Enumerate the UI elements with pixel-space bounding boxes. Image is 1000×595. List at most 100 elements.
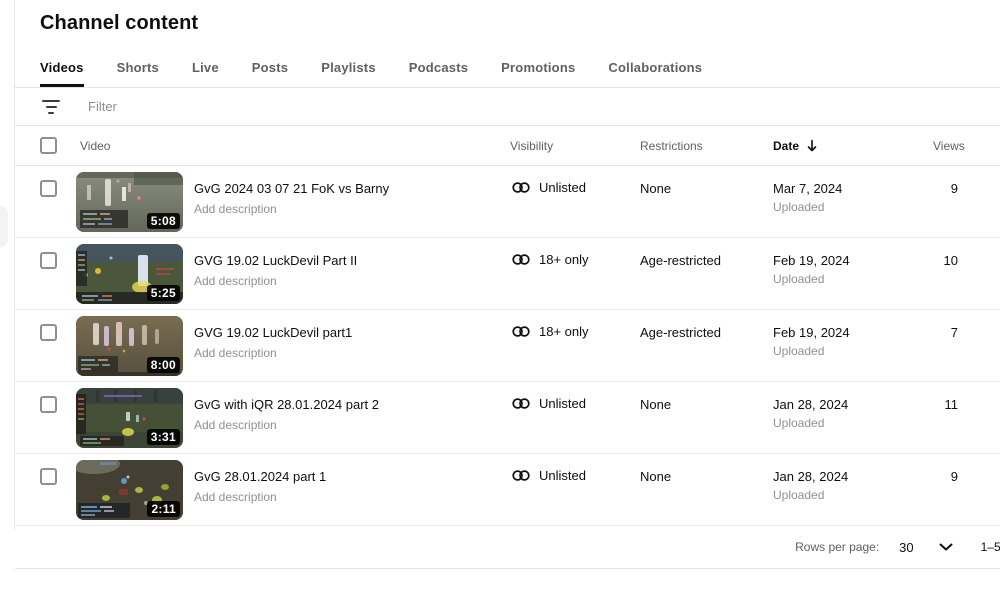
row-checkbox[interactable] bbox=[40, 324, 57, 341]
visibility-cell[interactable]: Unlisted bbox=[510, 166, 640, 195]
restrictions-cell: None bbox=[640, 397, 672, 412]
date-value: Mar 7, 2024 bbox=[773, 181, 843, 196]
date-header-label: Date bbox=[773, 138, 800, 153]
video-thumbnail[interactable]: 3:31 bbox=[76, 388, 183, 448]
views-cell: 7 bbox=[950, 325, 958, 340]
video-meta: GvG 28.01.2024 part 1 Add description bbox=[194, 460, 326, 520]
visibility-value: Unlisted bbox=[539, 396, 586, 411]
duration-badge: 2:11 bbox=[147, 501, 180, 517]
video-title[interactable]: GVG 19.02 LuckDevil part1 bbox=[194, 325, 352, 341]
visibility-cell[interactable]: 18+ only bbox=[510, 238, 640, 267]
row-checkbox-cell bbox=[15, 310, 76, 341]
unlisted-link-icon bbox=[510, 325, 532, 338]
restrictions-cell: None bbox=[640, 181, 672, 196]
video-title[interactable]: GvG with iQR 28.01.2024 part 2 bbox=[194, 397, 379, 413]
add-description-link[interactable]: Add description bbox=[194, 346, 352, 360]
title-bar: Channel content bbox=[15, 0, 1000, 48]
restrictions-cell: None bbox=[640, 469, 672, 484]
tab-live[interactable]: Live bbox=[192, 48, 219, 87]
table-header-row: Video Visibility Restrictions Date Views bbox=[15, 126, 1000, 166]
add-description-link[interactable]: Add description bbox=[194, 274, 357, 288]
row-checkbox[interactable] bbox=[40, 396, 57, 413]
duration-badge: 5:08 bbox=[146, 213, 180, 229]
select-all-checkbox[interactable] bbox=[40, 137, 57, 154]
row-checkbox-cell bbox=[15, 238, 76, 269]
video-thumbnail[interactable]: 2:11 bbox=[76, 460, 183, 520]
video-thumbnail[interactable]: 5:25 bbox=[76, 244, 183, 304]
filter-bar[interactable] bbox=[15, 88, 1000, 126]
views-cell: 9 bbox=[950, 181, 958, 196]
video-row: 3:31 GvG with iQR 28.01.2024 part 2 Add … bbox=[15, 382, 1000, 454]
date-cell: Feb 19, 2024 Uploaded bbox=[773, 310, 933, 358]
content-left-divider bbox=[14, 0, 15, 530]
views-cell: 11 bbox=[944, 397, 959, 412]
add-description-link[interactable]: Add description bbox=[194, 202, 389, 216]
visibility-value: 18+ only bbox=[539, 252, 589, 267]
unlisted-link-icon bbox=[510, 253, 532, 266]
video-meta: GvG with iQR 28.01.2024 part 2 Add descr… bbox=[194, 388, 379, 448]
duration-badge: 8:00 bbox=[146, 357, 180, 373]
filter-icon[interactable] bbox=[42, 99, 60, 114]
video-title[interactable]: GvG 2024 03 07 21 FoK vs Barny bbox=[194, 181, 389, 197]
tab-playlists[interactable]: Playlists bbox=[321, 48, 376, 87]
date-type: Uploaded bbox=[773, 344, 825, 358]
video-title[interactable]: GVG 19.02 LuckDevil Part II bbox=[194, 253, 357, 269]
date-type: Uploaded bbox=[773, 416, 825, 430]
video-row: 8:00 GVG 19.02 LuckDevil part1 Add descr… bbox=[15, 310, 1000, 382]
row-checkbox[interactable] bbox=[40, 180, 57, 197]
video-cell: 2:11 GvG 28.01.2024 part 1 Add descripti… bbox=[76, 454, 510, 520]
video-row: 2:11 GvG 28.01.2024 part 1 Add descripti… bbox=[15, 454, 1000, 526]
add-description-link[interactable]: Add description bbox=[194, 418, 379, 432]
restrictions-cell: Age-restricted bbox=[640, 253, 721, 268]
duration-badge: 5:25 bbox=[146, 285, 180, 301]
date-cell: Feb 19, 2024 Uploaded bbox=[773, 238, 933, 286]
visibility-cell[interactable]: Unlisted bbox=[510, 382, 640, 411]
filter-input[interactable] bbox=[88, 99, 388, 114]
column-header-views: Views bbox=[933, 138, 965, 153]
unlisted-link-icon bbox=[510, 469, 532, 482]
row-checkbox-cell bbox=[15, 166, 76, 197]
visibility-cell[interactable]: 18+ only bbox=[510, 310, 640, 339]
column-header-date[interactable]: Date bbox=[773, 139, 933, 153]
date-value: Feb 19, 2024 bbox=[773, 253, 850, 268]
chevron-down-icon[interactable] bbox=[939, 543, 953, 551]
row-checkbox[interactable] bbox=[40, 252, 57, 269]
row-checkbox[interactable] bbox=[40, 468, 57, 485]
add-description-link[interactable]: Add description bbox=[194, 490, 326, 504]
video-thumbnail[interactable]: 5:08 bbox=[76, 172, 183, 232]
video-cell: 5:25 GVG 19.02 LuckDevil Part II Add des… bbox=[76, 238, 510, 304]
tab-promotions[interactable]: Promotions bbox=[501, 48, 575, 87]
tab-shorts[interactable]: Shorts bbox=[117, 48, 159, 87]
tab-videos[interactable]: Videos bbox=[40, 48, 84, 87]
video-meta: GVG 19.02 LuckDevil Part II Add descript… bbox=[194, 244, 357, 304]
date-type: Uploaded bbox=[773, 200, 825, 214]
channel-content-page: Channel content Videos Shorts Live Posts… bbox=[0, 0, 1000, 595]
row-checkbox-cell bbox=[15, 382, 76, 413]
video-cell: 8:00 GVG 19.02 LuckDevil part1 Add descr… bbox=[76, 310, 510, 376]
unlisted-link-icon bbox=[510, 181, 532, 194]
rows-per-page-value[interactable]: 30 bbox=[899, 540, 913, 555]
video-row: 5:08 GvG 2024 03 07 21 FoK vs Barny Add … bbox=[15, 166, 1000, 238]
content-tabs: Videos Shorts Live Posts Playlists Podca… bbox=[15, 48, 1000, 88]
page-range: 1–5 of 5 bbox=[980, 540, 1000, 554]
video-thumbnail[interactable]: 8:00 bbox=[76, 316, 183, 376]
tab-posts[interactable]: Posts bbox=[252, 48, 288, 87]
tab-podcasts[interactable]: Podcasts bbox=[409, 48, 468, 87]
date-cell: Jan 28, 2024 Uploaded bbox=[773, 454, 933, 502]
views-cell: 9 bbox=[950, 469, 958, 484]
visibility-cell[interactable]: Unlisted bbox=[510, 454, 640, 483]
tab-collaborations[interactable]: Collaborations bbox=[608, 48, 702, 87]
date-cell: Mar 7, 2024 Uploaded bbox=[773, 166, 933, 214]
video-title[interactable]: GvG 28.01.2024 part 1 bbox=[194, 469, 326, 485]
video-cell: 3:31 GvG with iQR 28.01.2024 part 2 Add … bbox=[76, 382, 510, 448]
rows-per-page-label: Rows per page: bbox=[795, 540, 880, 554]
date-type: Uploaded bbox=[773, 488, 825, 502]
date-type: Uploaded bbox=[773, 272, 825, 286]
unlisted-link-icon bbox=[510, 397, 532, 410]
restrictions-cell: Age-restricted bbox=[640, 325, 721, 340]
sort-descending-icon bbox=[806, 139, 818, 153]
date-value: Feb 19, 2024 bbox=[773, 325, 850, 340]
duration-badge: 3:31 bbox=[146, 429, 180, 445]
video-meta: GvG 2024 03 07 21 FoK vs Barny Add descr… bbox=[194, 172, 389, 232]
header-checkbox-cell bbox=[15, 126, 76, 165]
